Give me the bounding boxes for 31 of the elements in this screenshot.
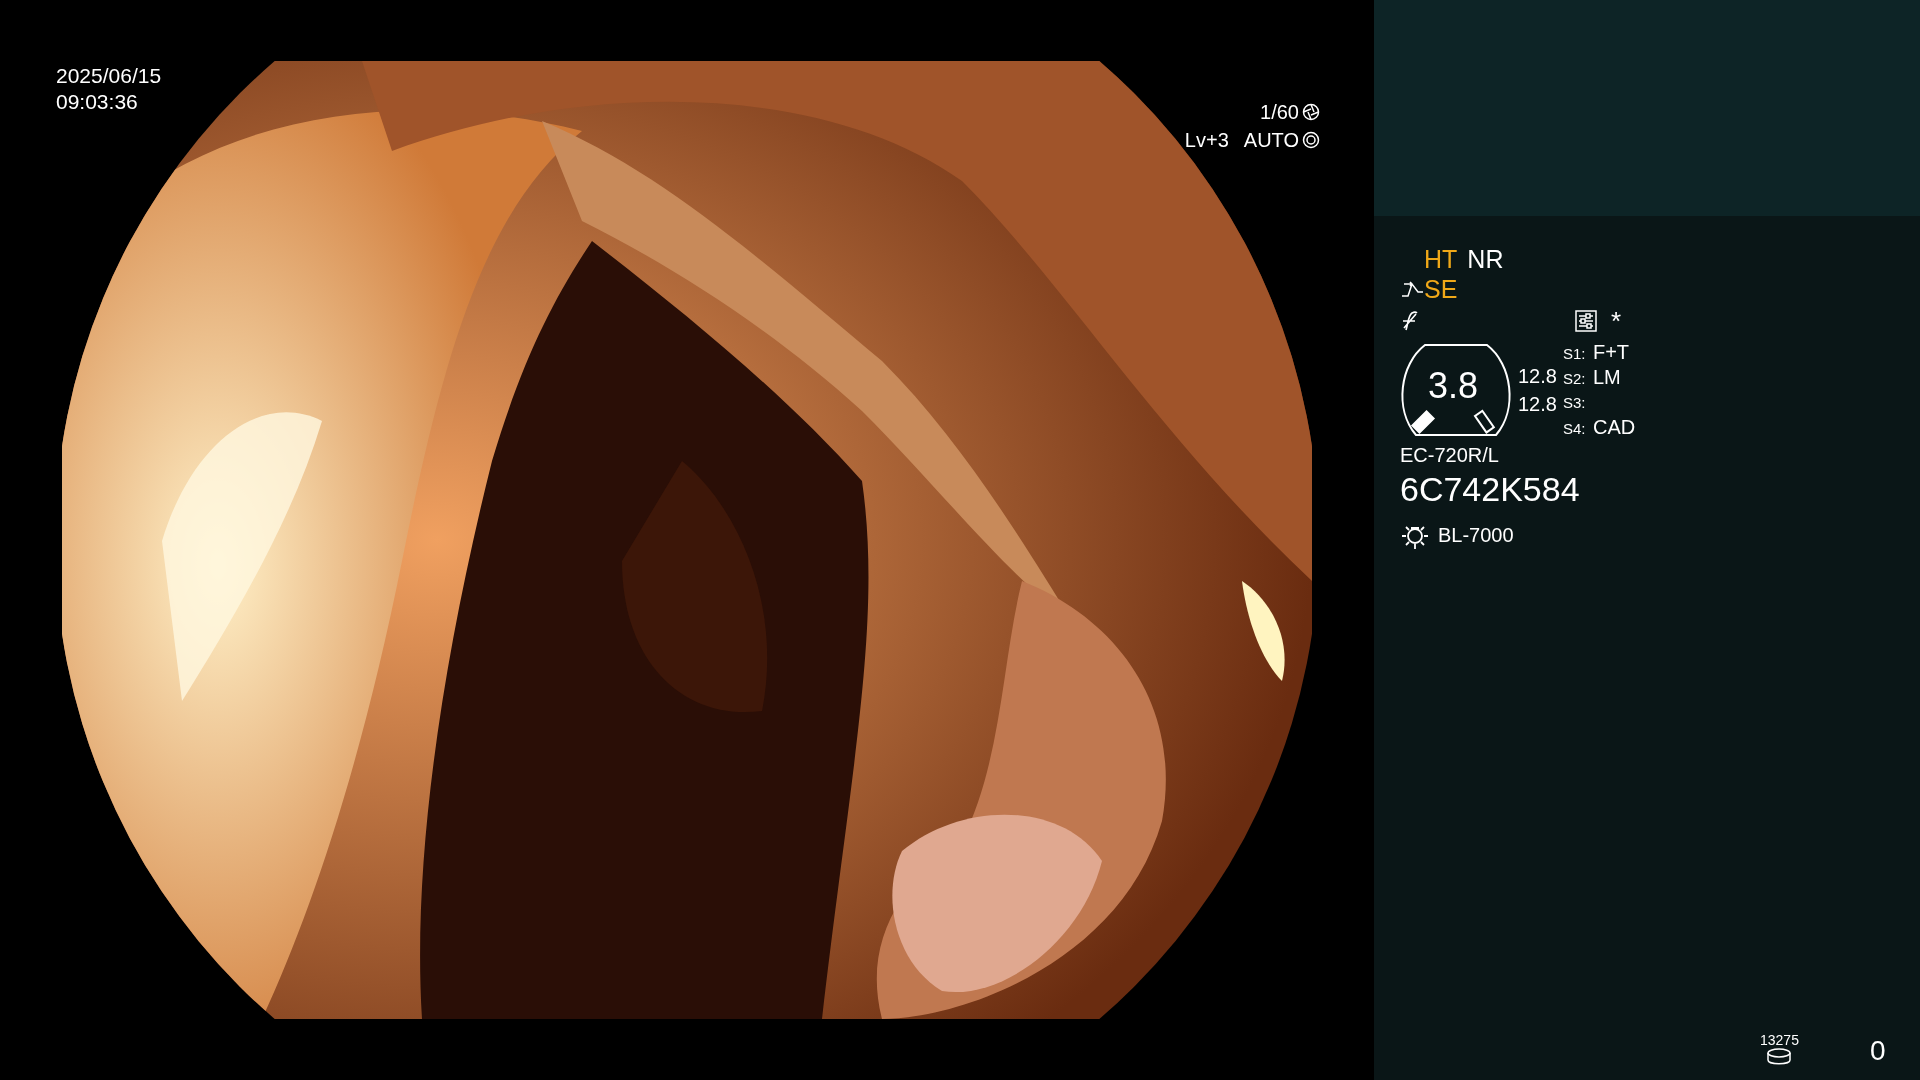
slashed-f-icon: [1400, 310, 1420, 332]
disk-icon: [1766, 1048, 1793, 1066]
switch-label: S3:: [1562, 393, 1587, 413]
switch-label: S4:: [1562, 419, 1587, 439]
switch-function: LM: [1592, 365, 1621, 390]
settings-icon: [1575, 310, 1597, 332]
time-text: 09:03:36: [56, 89, 139, 115]
switch-label: S1:: [1562, 344, 1587, 364]
reading-text: 12.8: [1518, 364, 1557, 389]
shutter-text: 1/60: [1260, 100, 1299, 125]
mode-label: NR: [1467, 244, 1504, 274]
gauge-value: 3.8: [1428, 366, 1479, 406]
mode-label: HT: [1424, 244, 1458, 274]
scope-serial-text: 6C742K584: [1400, 469, 1581, 510]
scope-model-text: EC-720R/L: [1400, 443, 1500, 468]
iris-icon: [1302, 131, 1320, 149]
switch-label: S2:: [1562, 369, 1587, 389]
switch-function: CAD: [1592, 415, 1636, 440]
gauge-icon: [1400, 344, 1512, 436]
level-text: Lv+3: [1184, 128, 1229, 153]
structure-mode-text: SE: [1424, 274, 1458, 304]
storage-count-text: 13275: [1760, 1032, 1799, 1048]
light-source-text: BL-7000: [1438, 523, 1514, 548]
counter-text: 0: [1870, 1034, 1886, 1068]
date-text: 2025/06/15: [56, 63, 162, 89]
mode-text: AUTO: [1243, 128, 1299, 153]
switch-function: F+T: [1592, 340, 1630, 365]
reading-text: 12.8: [1518, 392, 1557, 417]
aperture-icon: [1302, 103, 1320, 121]
asterisk-text: *: [1611, 304, 1622, 338]
curve-icon: [1400, 280, 1424, 298]
